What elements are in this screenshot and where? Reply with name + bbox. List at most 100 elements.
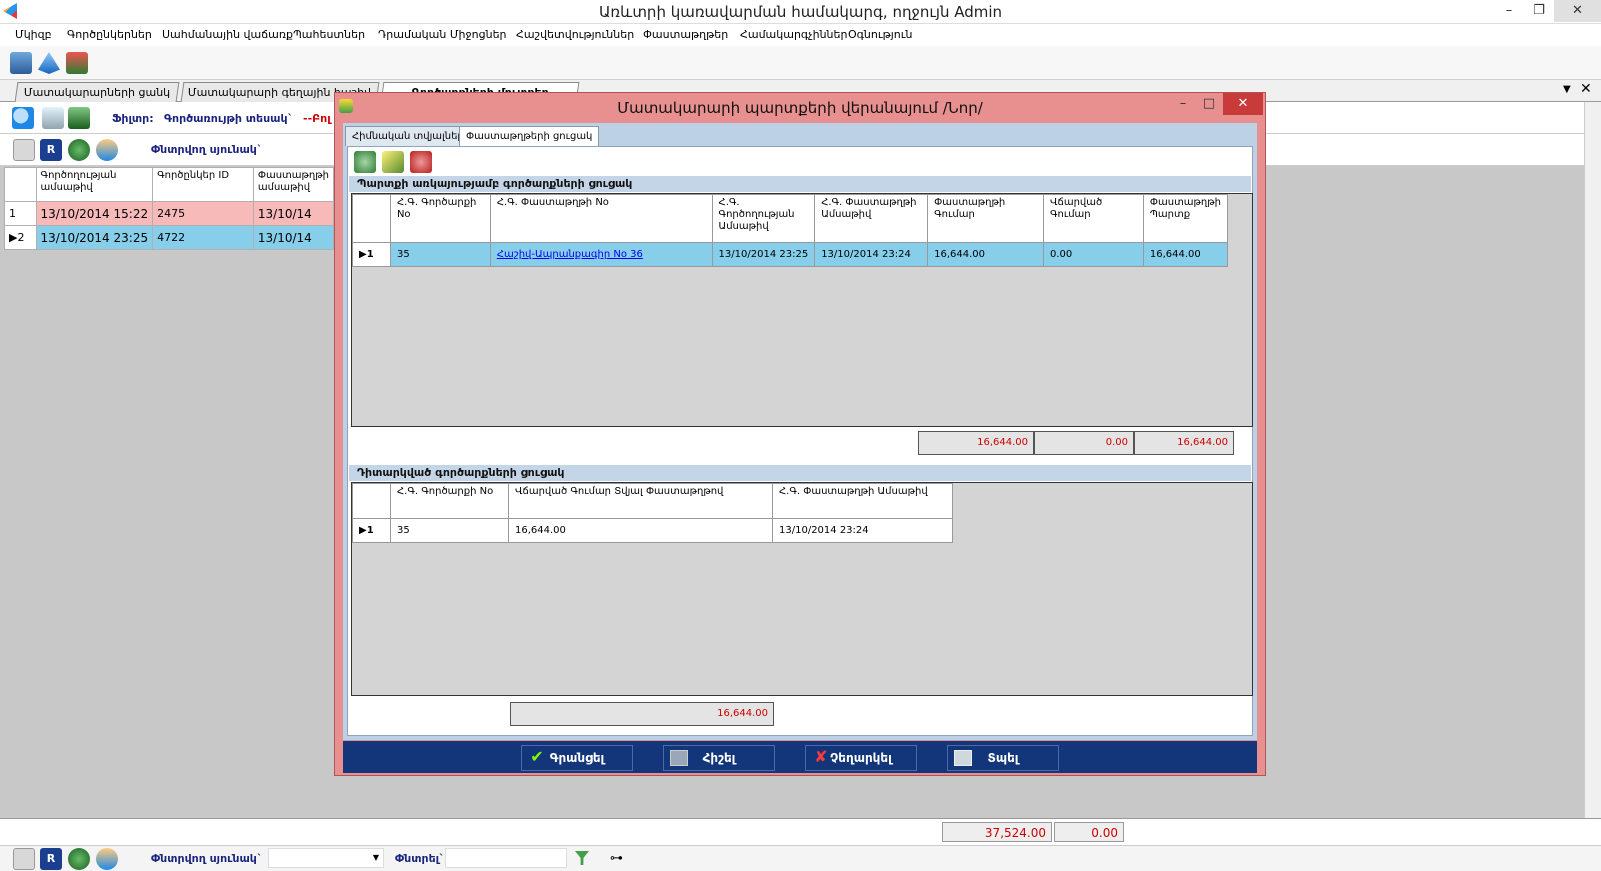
search-doc-icon[interactable] [12,107,34,129]
minimize-icon[interactable]: – [1494,0,1524,22]
menu-partners[interactable]: Գործընկերներ [67,28,152,41]
row-index: 2 [17,231,25,244]
main-toolbar [0,46,1601,80]
chevron-down-icon: ▼ [372,853,379,862]
column-header-partner-id[interactable]: Գործընկեր ID [152,167,254,202]
row-index: 1 [366,525,374,536]
users-icon[interactable] [96,848,118,870]
hierarchy-icon[interactable]: ⊶ [610,851,623,866]
tab-documents-list[interactable]: Փաստաթղթերի ցուցակ [459,126,600,147]
column-header-doc-date[interactable]: Փաստաթղթի ամսաթիվ [252,167,335,202]
column-header-date[interactable]: Գործողության ամսաթիվ [35,167,154,202]
table-row[interactable]: ▶1 35 16,644.00 13/10/2014 23:24 [352,518,953,543]
documents-tab-page: Պարտքի առկայությամբ գործարքների ցուցակ Հ… [347,146,1253,736]
totals-bar: 37,524.00 0.00 [0,818,1601,844]
export-icon[interactable] [68,107,90,129]
add-icon[interactable] [354,151,376,173]
tabs-dropdown-icon[interactable]: ▼ [1563,84,1571,95]
store-icon[interactable] [10,52,32,74]
edit-icon[interactable] [382,151,404,173]
filter-funnel-icon[interactable] [575,851,589,865]
floppy-icon [670,750,688,766]
delete-icon[interactable] [410,151,432,173]
column-header-doc-sum[interactable]: Փաստաթղթի Գումար [927,194,1044,243]
column-header-doc-date[interactable]: Հ.Գ. Փաստաթղթի Ամսաթիվ [772,483,953,519]
current-row-icon: ▶ [359,249,367,260]
refresh-icon[interactable]: R [40,848,62,870]
table-row[interactable]: ▶1 35 Հաշիվ-Ապրանքագիր No 36 13/10/2014 … [352,242,1229,267]
bottom-search-label: Փնտրել` [395,852,445,865]
column-header-doc-no[interactable]: Հ.Գ. Փաստաթղթի No [489,194,713,243]
menu-start[interactable]: Մկիզբ [15,28,52,41]
tab-suppliers-list[interactable]: Մատակարարների ցանկ [14,82,180,102]
bottom-search-column-label: Փնտրվող սյունակ` [151,852,263,865]
dialog-minimize-icon[interactable]: – [1171,93,1195,115]
vertical-scrollbar[interactable] [1584,102,1601,818]
print-button[interactable]: Տպել [947,745,1059,771]
grid2-total-paid: 16,644.00 [510,702,774,726]
record-button[interactable]: ✔ Գրանցել [521,745,633,771]
cancel-button[interactable]: ✘ Չեղարկել [805,745,917,771]
column-header-deal-no[interactable]: Հ.Գ. Գործարքի No [389,194,491,243]
cell-paid: 16,644.00 [508,518,773,543]
menu-system[interactable]: Համակարգչիններ [740,28,847,41]
save-button[interactable]: Հիշել [663,745,775,771]
books-icon[interactable] [66,52,88,74]
users-icon[interactable] [96,139,118,161]
tab-main-data[interactable]: Հիմնական տվյալներ [345,126,471,146]
edit-doc-icon[interactable] [42,107,64,129]
current-row-icon: ▶ [359,525,367,536]
column-header-deal-no[interactable]: Հ.Գ. Գործարքի No [390,483,509,519]
tabs-close-icon[interactable]: ✕ [1580,81,1592,97]
dialog-footer: ✔ Գրանցել Հիշել ✘ Չեղարկել Տպել [343,741,1257,773]
checkmark-icon: ✔ [530,747,544,766]
grid1-total-doc-sum: 16,644.00 [918,431,1034,455]
column-header-doc-date[interactable]: Հ.Գ. Փաստաթղթի Ամսաթիվ [814,194,929,243]
transactions-grid: Գործողության ամսաթիվ Գործընկեր ID Փաստաթ… [4,167,335,250]
column-header-debt[interactable]: Փաստաթղթի Պարտք [1142,194,1229,243]
menu-bar: Մկիզբ Գործընկերներ Սահմանային վաճառք Պահ… [0,24,1601,46]
menu-documents[interactable]: Փաստաթղթեր [643,28,728,41]
play-icon[interactable] [68,139,90,161]
invoice-link[interactable]: Հաշիվ-Ապրանքագիր No 36 [497,249,643,260]
row-header-cell [352,483,391,519]
menu-funds[interactable]: Դրամական Միջոցներ [378,28,507,41]
play-icon[interactable] [68,848,90,870]
table-row[interactable]: 1 13/10/2014 15:22 2475 13/10/14 [4,201,335,226]
bottom-toolbar: R Փնտրվող սյունակ` ▼ Փնտրել` ⊶ [0,845,1601,871]
search-column-select[interactable]: ▼ [268,848,384,868]
column-header-paid[interactable]: Վճարված Գումար [1043,194,1144,243]
menu-sales[interactable]: Սահմանային վաճառք [162,28,293,41]
cancel-x-icon: ✘ [814,747,828,766]
cell-paid: 0.00 [1043,242,1144,267]
cell-doc-sum: 16,644.00 [927,242,1044,267]
filter-operation-type-value[interactable]: --Բոլ [303,112,331,125]
cell-debt: 16,644.00 [1142,242,1229,267]
column-header-op-date[interactable]: Հ.Գ. Գործողության Ամսաթիվ [711,194,816,243]
section-debt-transactions-title: Պարտքի առկայությամբ գործարքների ցուցակ [349,176,1251,192]
debt-transactions-grid: Հ.Գ. Գործարքի No Հ.Գ. Փաստաթղթի No Հ.Գ. … [351,193,1253,427]
menu-warehouses[interactable]: Պահեստներ [293,28,365,41]
filter-operation-type-label: Գործառույթի տեսակ` [164,112,294,125]
close-icon[interactable]: ✕ [1554,0,1601,22]
dialog-close-icon[interactable]: ✕ [1223,93,1263,115]
pyramid-icon[interactable] [38,52,60,74]
cell-doc-date: 13/10/2014 23:24 [772,518,953,543]
filter-label: Ֆիլտր: [112,112,154,125]
app-title: Առևտրի կառավարման համակարգ, ողջույն Admi… [598,3,1003,21]
restore-icon[interactable]: ❐ [1524,0,1554,22]
table-header-row: Հ.Գ. Գործարքի No Վճարված Գումար Տվյալ Փա… [352,483,953,519]
refresh-icon[interactable]: R [40,139,62,161]
row-header-cell [352,194,391,243]
table-row[interactable]: ▶2 13/10/2014 23:25 4722 13/10/14 [4,225,335,250]
dialog-maximize-icon[interactable]: □ [1197,93,1221,115]
search-input[interactable] [445,848,567,868]
total-amount: 37,524.00 [942,822,1052,842]
table-header-row: Գործողության ամսաթիվ Գործընկեր ID Փաստաթ… [4,167,335,202]
menu-reports[interactable]: Հաշվետվություններ [516,28,634,41]
column-header-paid-by-doc[interactable]: Վճարված Գումար Տվյալ Փաստաթղթով [508,483,773,519]
delete-mail-icon[interactable] [13,848,35,870]
delete-mail-icon[interactable] [13,139,35,161]
cell-op-date: 13/10/2014 23:25 [711,242,816,267]
menu-help[interactable]: Օգնություն [848,28,912,41]
